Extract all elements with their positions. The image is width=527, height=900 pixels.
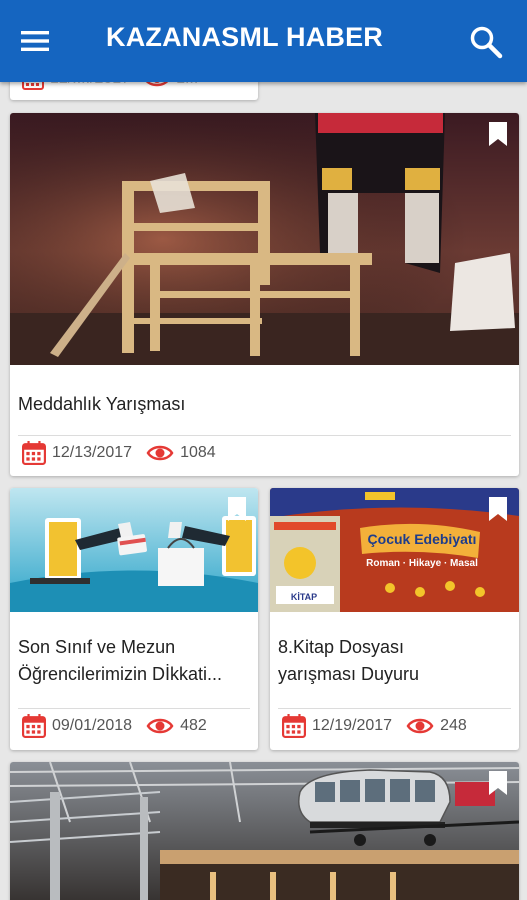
news-feed[interactable]: 12/..../2017 1...	[0, 0, 527, 900]
poster-sub: Roman · Hikaye · Masal	[366, 558, 478, 569]
card-title-line2: Öğrencilerimizin Dİkkati...	[18, 664, 223, 684]
poster-word: KİTAP	[291, 592, 317, 602]
card-views: 482	[180, 717, 207, 734]
card-divider	[18, 435, 511, 436]
news-image-book-poster: Çocuk Edebiyatı Roman · Hikaye · Masal K…	[270, 488, 519, 612]
card-views: 1084	[180, 444, 216, 461]
eye-icon	[146, 444, 174, 462]
news-card-kitap-dosyasi[interactable]: Çocuk Edebiyatı Roman · Hikaye · Masal K…	[270, 488, 519, 750]
card-title-line1: Son Sınıf ve Mezun	[18, 637, 176, 657]
card-title-line1: 8.Kitap Dosyası	[278, 637, 405, 657]
news-card-partial-bottom[interactable]	[10, 762, 519, 900]
card-date: 12/19/2017	[312, 717, 393, 734]
hamburger-menu-icon[interactable]	[18, 24, 52, 58]
app-title: KAZANASML HABER	[106, 22, 383, 52]
news-image-theater-chair	[10, 113, 519, 365]
card-date: 12/13/2017	[52, 444, 133, 461]
bookmark-icon[interactable]	[487, 121, 509, 147]
poster-heading: Çocuk Edebiyatı	[368, 531, 477, 547]
calendar-icon	[22, 441, 46, 465]
calendar-icon	[22, 714, 46, 738]
news-card-son-sinif[interactable]: Son Sınıf ve Mezun Öğrencilerimizin Dİkk…	[10, 488, 258, 750]
news-image-online-shopping	[10, 488, 258, 612]
bookmark-icon[interactable]	[487, 770, 509, 796]
card-title: Meddahlık Yarışması	[18, 394, 186, 414]
bookmark-icon[interactable]	[487, 496, 509, 522]
card-divider	[18, 708, 250, 709]
card-meta: 12/13/2017 1084	[22, 441, 216, 465]
news-card-meddahlik[interactable]: Meddahlık Yarışması 12/13/2017 1084	[10, 113, 519, 476]
bookmark-icon[interactable]	[226, 496, 248, 522]
eye-icon	[146, 717, 174, 735]
search-icon[interactable]	[466, 22, 506, 62]
eye-icon	[406, 717, 434, 735]
news-image-museum-hall	[10, 762, 519, 900]
card-meta: 09/01/2018 482	[22, 714, 207, 738]
card-date: 09/01/2018	[52, 717, 133, 734]
card-divider	[278, 708, 511, 709]
app-bar: KAZANASML HABER	[0, 0, 527, 82]
card-views: 248	[440, 717, 467, 734]
calendar-icon	[282, 714, 306, 738]
card-meta: 12/19/2017 248	[282, 714, 467, 738]
card-title-line2: yarışması Duyuru	[278, 664, 420, 684]
